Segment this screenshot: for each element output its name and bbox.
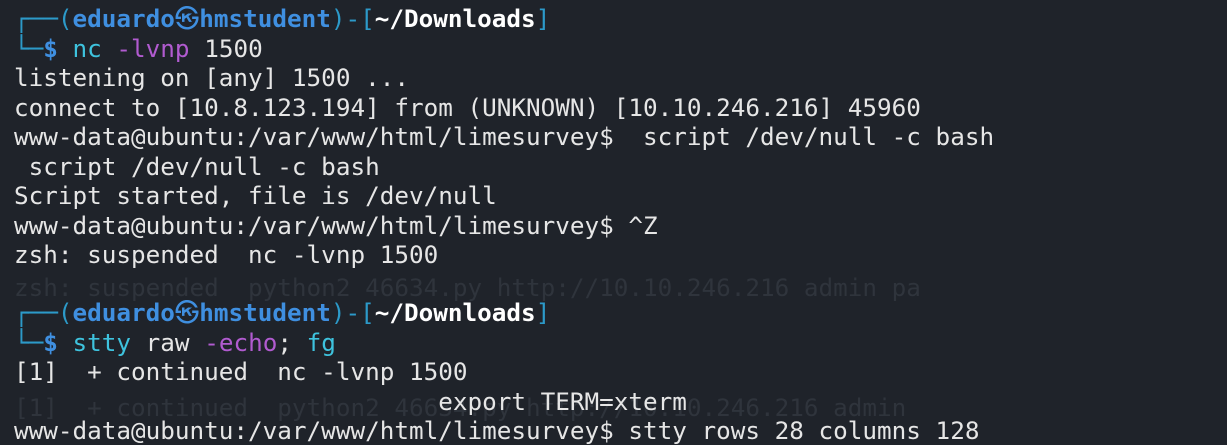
command-name: fg	[291, 328, 336, 357]
output-line: www-data@ubuntu:/var/www/html/limesurvey…	[14, 211, 658, 240]
prompt-host: hmstudent	[199, 4, 331, 33]
command-name: nc	[72, 34, 102, 63]
terminal-window[interactable]: zsh: suspended python2 46634.py http://1…	[0, 0, 1227, 445]
prompt-at-icon: ㉿	[174, 4, 200, 33]
output-line: listening on [any] 1500 ...	[14, 63, 409, 92]
output-line: zsh: suspended nc -lvnp 1500	[14, 240, 439, 269]
command-name: stty	[72, 328, 132, 357]
prompt-command-line: └─$ stty raw -echo; fg	[14, 328, 336, 357]
prompt-dollar: $	[43, 328, 73, 357]
prompt-frame: ]	[535, 4, 551, 33]
prompt-frame: └─	[14, 34, 44, 63]
prompt-path: ~/Downloads	[374, 298, 536, 327]
prompt-frame: ┌──(	[14, 4, 73, 33]
prompt-header: ┌──(eduardo㉿hmstudent)-[~/Downloads]	[14, 4, 550, 33]
prompt-frame: ┌──(	[14, 298, 73, 327]
prompt-header: ┌──(eduardo㉿hmstudent)-[~/Downloads]	[14, 298, 550, 327]
prompt-frame: )-[	[330, 4, 375, 33]
output-line: www-data@ubuntu:/var/www/html/limesurvey…	[14, 122, 995, 151]
output-line: script /dev/null -c bash	[14, 152, 380, 181]
command-flag: -lvnp	[101, 34, 190, 63]
output-line: Script started, file is /dev/null	[14, 181, 497, 210]
output-line: www-data@ubuntu:/var/www/html/limesurvey…	[14, 416, 980, 445]
prompt-frame: └─	[14, 328, 44, 357]
prompt-dollar: $	[43, 34, 73, 63]
prompt-user: eduardo	[72, 4, 175, 33]
prompt-command-line: └─$ nc -lvnp 1500	[14, 34, 263, 63]
command-arg: 1500	[189, 34, 263, 63]
prompt-at-icon: ㉿	[174, 298, 200, 327]
output-line: export TERM=xterm	[14, 387, 687, 416]
prompt-user: eduardo	[72, 298, 175, 327]
command-arg: raw	[131, 328, 190, 357]
output-line: connect to [10.8.123.194] from (UNKNOWN)…	[14, 93, 921, 122]
prompt-frame: )-[	[330, 298, 375, 327]
prompt-frame: ]	[535, 298, 551, 327]
command-separator: ;	[277, 328, 292, 357]
output-line: [1] + continued nc -lvnp 1500	[14, 357, 468, 386]
prompt-path: ~/Downloads	[374, 4, 536, 33]
command-flag: -echo	[189, 328, 278, 357]
prompt-host: hmstudent	[199, 298, 331, 327]
